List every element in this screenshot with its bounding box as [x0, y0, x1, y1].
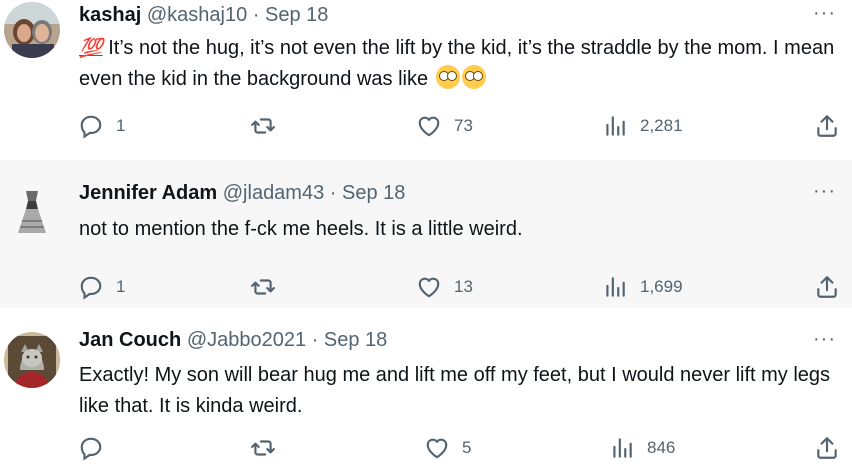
retweet-button[interactable]: [250, 434, 288, 462]
flushed-face-emoji: [435, 65, 460, 89]
like-button[interactable]: 73: [416, 112, 473, 140]
tweet-date[interactable]: Sep 18: [324, 329, 387, 351]
display-name[interactable]: Jennifer Adam: [79, 182, 217, 204]
like-count: 73: [454, 116, 473, 135]
user-handle[interactable]: @Jabbo2021: [187, 329, 306, 351]
user-handle[interactable]: @kashaj10: [147, 4, 247, 26]
separator: ·: [311, 329, 319, 351]
tweet-header: Jennifer Adam @jladam43 · Sep 18: [79, 182, 405, 205]
tweet-actions: 1 73 2,281: [0, 112, 852, 140]
tweet-text: Exactly! My son will bear hug me and lif…: [79, 364, 831, 417]
reply-count: 1: [116, 277, 126, 296]
reply-button[interactable]: [78, 434, 116, 462]
reply-button[interactable]: 1: [78, 273, 125, 301]
more-icon[interactable]: ···: [813, 3, 836, 23]
display-name[interactable]: Jan Couch: [79, 329, 181, 351]
tweet-text: 💯 It’s not the hug, it’s not even the li…: [79, 33, 839, 95]
like-icon: [418, 277, 440, 298]
view-count: 2,281: [640, 116, 683, 135]
views-icon: [613, 438, 632, 458]
share-button[interactable]: [814, 112, 840, 140]
tweet-header: kashaj @kashaj10 · Sep 18: [79, 4, 328, 27]
tweet-jan-couch[interactable]: Jan Couch @Jabbo2021 · Sep 18 ··· Exactl…: [0, 308, 852, 471]
tweet-header: Jan Couch @Jabbo2021 · Sep 18: [79, 329, 387, 352]
tweet-actions: 1 13 1,699: [0, 273, 852, 301]
reply-icon: [80, 276, 102, 300]
avatar[interactable]: [4, 332, 60, 388]
retweet-button[interactable]: [250, 112, 288, 140]
tweet-text: not to mention the f-ck me heels. It is …: [79, 218, 523, 240]
user-handle[interactable]: @jladam43: [223, 182, 324, 204]
views-icon: [606, 277, 625, 297]
tweet-date[interactable]: Sep 18: [342, 182, 405, 204]
tweet-jennifer-adam[interactable]: Jennifer Adam @jladam43 · Sep 18 ··· not…: [0, 160, 852, 308]
display-name[interactable]: kashaj: [79, 4, 141, 26]
like-button[interactable]: 13: [416, 273, 473, 301]
separator: ·: [329, 182, 337, 204]
hundred-points-emoji: 💯: [79, 38, 103, 59]
views-button[interactable]: 1,699: [602, 273, 683, 301]
view-count: 1,699: [640, 277, 683, 296]
avatar[interactable]: [4, 2, 60, 58]
view-count: 846: [647, 438, 676, 457]
share-icon: [817, 115, 837, 137]
avatar[interactable]: [4, 185, 60, 241]
tweet-actions: 5 846: [0, 434, 852, 462]
tweet-date[interactable]: Sep 18: [265, 4, 328, 26]
more-icon[interactable]: ···: [813, 181, 836, 201]
share-icon: [817, 276, 837, 298]
flushed-face-emoji: [461, 65, 486, 89]
like-icon: [418, 116, 440, 137]
more-icon[interactable]: ···: [813, 329, 836, 349]
separator: ·: [252, 4, 260, 26]
reply-button[interactable]: 1: [78, 112, 125, 140]
like-button[interactable]: 5: [424, 434, 471, 462]
retweet-icon: [251, 118, 275, 134]
retweet-icon: [251, 440, 275, 456]
retweet-icon: [251, 279, 275, 295]
share-button[interactable]: [814, 434, 840, 462]
share-button[interactable]: [814, 273, 840, 301]
like-count: 13: [454, 277, 473, 296]
reply-count: 1: [116, 116, 126, 135]
reply-icon: [80, 115, 102, 139]
reply-icon: [80, 437, 102, 461]
tweet-kashaj[interactable]: kashaj @kashaj10 · Sep 18 ··· 💯 It’s not…: [0, 0, 852, 160]
views-button[interactable]: 846: [609, 434, 675, 462]
views-button[interactable]: 2,281: [602, 112, 683, 140]
views-icon: [606, 116, 625, 136]
share-icon: [817, 437, 837, 459]
like-icon: [426, 438, 448, 459]
like-count: 5: [462, 438, 472, 457]
retweet-button[interactable]: [250, 273, 288, 301]
